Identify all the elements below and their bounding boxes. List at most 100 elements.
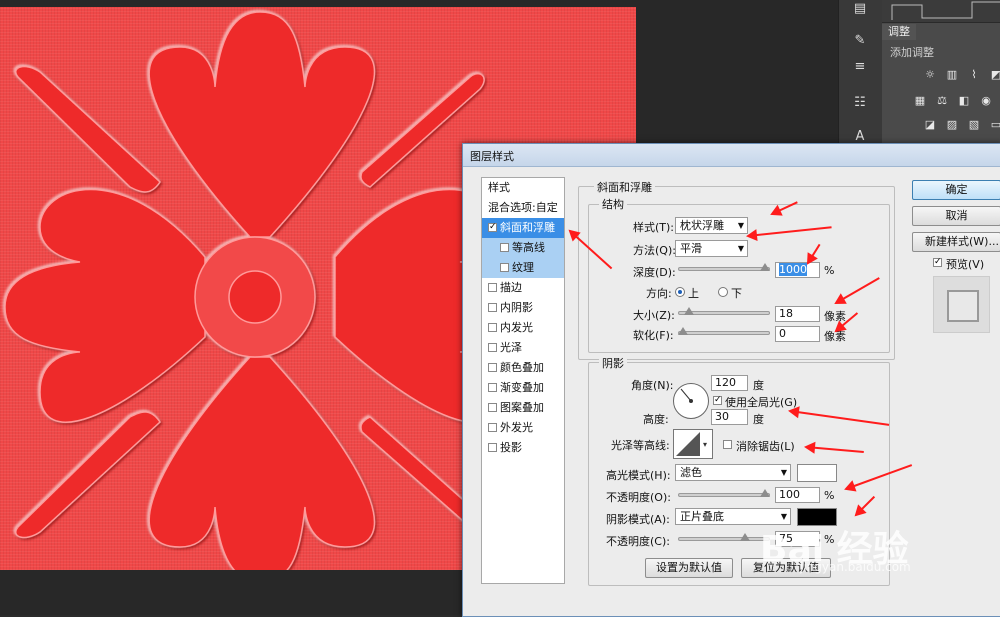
style-item-label: 渐变叠加 xyxy=(500,381,544,394)
dialog-titlebar[interactable]: 图层样式 xyxy=(463,144,1000,167)
technique-select[interactable]: 平滑 ▼ xyxy=(675,240,748,257)
style-item-label: 内阴影 xyxy=(500,301,533,314)
size-unit: 像素 xyxy=(824,310,846,323)
direction-up-radio[interactable] xyxy=(675,287,685,297)
style-checkbox[interactable] xyxy=(488,383,497,392)
angle-input[interactable]: 120 xyxy=(711,375,748,391)
style-item-label: 外发光 xyxy=(500,421,533,434)
depth-slider-thumb[interactable] xyxy=(760,263,770,271)
preview-checkbox[interactable]: ✓ xyxy=(933,258,942,267)
ok-button[interactable]: 确定 xyxy=(912,180,1000,200)
style-label: 样式(T): xyxy=(633,221,675,234)
style-item-label: 图案叠加 xyxy=(500,401,544,414)
style-checkbox[interactable] xyxy=(488,363,497,372)
direction-down-radio[interactable] xyxy=(718,287,728,297)
bevel-section-title: 斜面和浮雕 xyxy=(594,179,655,195)
highlight-color-swatch[interactable] xyxy=(797,464,837,482)
levels-icon[interactable]: ▥ xyxy=(944,68,960,82)
style-item[interactable]: 内发光 xyxy=(482,318,564,338)
style-item[interactable]: 外发光 xyxy=(482,418,564,438)
style-checkbox[interactable] xyxy=(488,423,497,432)
brightness-icon[interactable]: ☼ xyxy=(922,68,938,82)
style-preview-thumbnail xyxy=(933,276,990,333)
balance-icon[interactable]: ⚖ xyxy=(934,94,950,108)
threshold-icon[interactable]: ▧ xyxy=(966,118,982,132)
vibrance-icon[interactable]: ▦ xyxy=(912,94,928,108)
antialias-label: 消除锯齿(L) xyxy=(736,440,795,453)
style-item[interactable]: 投影 xyxy=(482,438,564,458)
bw-icon[interactable]: ◧ xyxy=(956,94,972,108)
style-item[interactable]: 描边 xyxy=(482,278,564,298)
shadow-mode-value: 正片叠底 xyxy=(680,510,724,523)
make-default-button[interactable]: 设置为默认值 xyxy=(645,558,733,578)
gloss-contour-label: 光泽等高线: xyxy=(611,439,670,452)
curves-icon[interactable]: ⌇ xyxy=(966,68,982,82)
cancel-button[interactable]: 取消 xyxy=(912,206,1000,226)
style-checkbox[interactable] xyxy=(488,323,497,332)
histogram xyxy=(882,0,1000,23)
shadow-opacity-slider[interactable] xyxy=(678,533,770,541)
shadow-opacity-label: 不透明度(C): xyxy=(606,535,670,548)
highlight-mode-select[interactable]: 滤色 ▼ xyxy=(675,464,791,481)
highlight-opacity-thumb[interactable] xyxy=(760,489,770,497)
style-item-label: 混合选项:自定 xyxy=(488,201,558,214)
style-item[interactable]: 颜色叠加 xyxy=(482,358,564,378)
technique-label: 方法(Q): xyxy=(633,244,676,257)
depth-slider[interactable] xyxy=(678,263,770,271)
style-item[interactable]: 光泽 xyxy=(482,338,564,358)
style-checkbox[interactable] xyxy=(488,403,497,412)
brush-icon[interactable]: ✎ xyxy=(849,32,871,50)
style-checkbox[interactable] xyxy=(488,303,497,312)
gloss-contour-picker[interactable]: ▾ xyxy=(673,429,713,459)
chevron-down-icon: ▼ xyxy=(780,468,787,477)
altitude-input[interactable]: 30 xyxy=(711,409,748,425)
style-item[interactable]: 内阴影 xyxy=(482,298,564,318)
style-item[interactable]: 渐变叠加 xyxy=(482,378,564,398)
new-style-button[interactable]: 新建样式(W)... xyxy=(912,232,1000,252)
layers-icon[interactable]: ▤ xyxy=(849,0,871,18)
style-checkbox[interactable] xyxy=(488,283,497,292)
style-checkbox[interactable]: ✓ xyxy=(488,223,497,232)
size-input[interactable]: 18 xyxy=(775,306,820,322)
size-slider-thumb[interactable] xyxy=(684,307,694,315)
preview-label: 预览(V) xyxy=(946,258,985,271)
gradient-map-icon[interactable]: ▭ xyxy=(988,118,1000,132)
shadow-opacity-thumb[interactable] xyxy=(740,533,750,541)
posterize-icon[interactable]: ▨ xyxy=(944,118,960,132)
bevel-style-select[interactable]: 枕状浮雕 ▼ xyxy=(675,217,748,234)
shading-title: 阴影 xyxy=(599,355,627,371)
style-checkbox[interactable] xyxy=(488,443,497,452)
tab-adjustments[interactable]: 调整 xyxy=(882,24,916,40)
style-checkbox[interactable] xyxy=(500,263,509,272)
style-item[interactable]: 混合选项:自定 xyxy=(482,198,564,218)
shadow-mode-label: 阴影模式(A): xyxy=(606,513,670,526)
properties-icon[interactable]: ☷ xyxy=(849,94,871,112)
direction-down-label: 下 xyxy=(731,287,742,300)
bevel-style-value: 枕状浮雕 xyxy=(680,219,724,232)
style-checkbox[interactable] xyxy=(488,343,497,352)
highlight-mode-label: 高光模式(H): xyxy=(606,469,671,482)
soften-input[interactable]: 0 xyxy=(775,326,820,342)
exposure-icon[interactable]: ◩ xyxy=(988,68,1000,82)
styles-header: 样式 xyxy=(488,181,510,194)
style-item[interactable]: 图案叠加 xyxy=(482,398,564,418)
soften-slider[interactable] xyxy=(678,327,770,335)
styles-list: 样式 混合选项:自定 ✓ 斜面和浮雕 等高线 纹理 描边内阴影内发光 光泽 颜色叠加渐变叠加图… xyxy=(481,177,565,584)
size-slider[interactable] xyxy=(678,307,770,315)
photo-filter-icon[interactable]: ◉ xyxy=(978,94,994,108)
style-checkbox[interactable] xyxy=(500,243,509,252)
style-item[interactable]: 纹理 xyxy=(482,258,564,278)
size-label: 大小(Z): xyxy=(633,309,675,322)
soften-slider-thumb[interactable] xyxy=(678,327,688,335)
invert-icon[interactable]: ◪ xyxy=(922,118,938,132)
style-item[interactable]: 等高线 xyxy=(482,238,564,258)
highlight-opacity-input[interactable]: 100 xyxy=(775,487,820,503)
angle-dial-needle-icon xyxy=(680,388,693,403)
chevron-down-icon: ▼ xyxy=(737,221,744,230)
highlight-opacity-slider[interactable] xyxy=(678,489,770,497)
global-light-checkbox[interactable]: ✓ xyxy=(713,396,722,405)
antialias-checkbox[interactable] xyxy=(723,440,732,449)
sliders-icon[interactable]: ≡ xyxy=(849,58,871,76)
angle-dial[interactable] xyxy=(673,383,709,419)
style-item[interactable]: ✓ 斜面和浮雕 xyxy=(482,218,564,238)
